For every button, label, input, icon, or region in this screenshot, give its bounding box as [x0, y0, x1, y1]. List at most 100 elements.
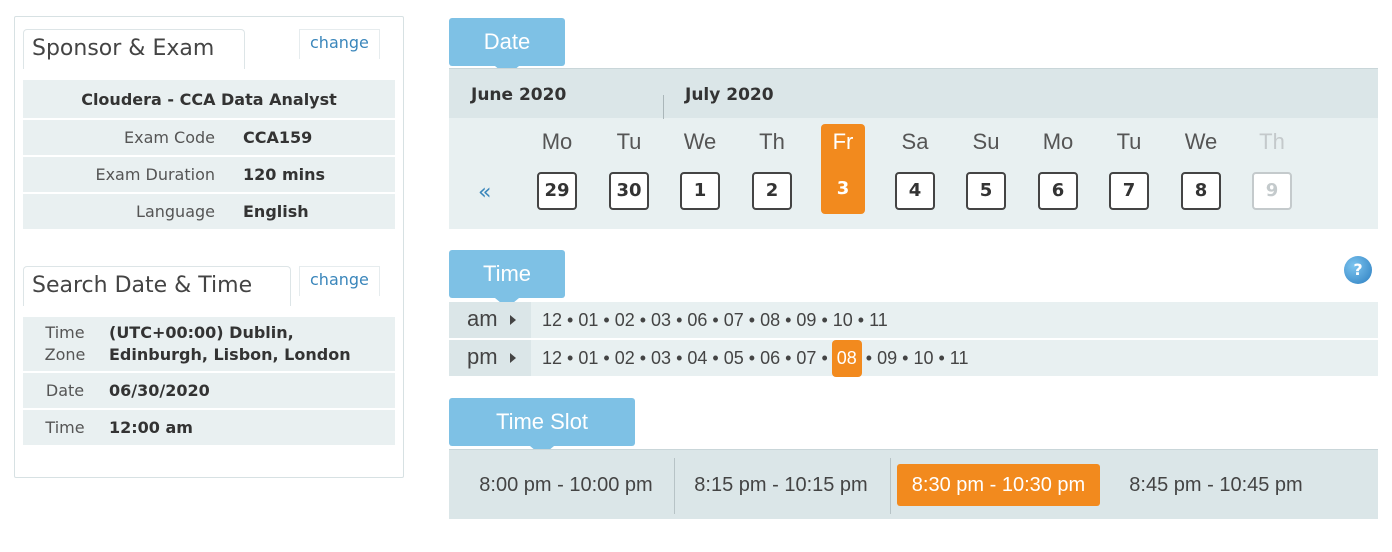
hour-option[interactable]: 03: [650, 348, 672, 369]
hour-separator: •: [676, 309, 683, 330]
hour-option[interactable]: 06: [759, 348, 781, 369]
hour-separator: •: [748, 347, 756, 368]
hour-separator: •: [712, 347, 719, 368]
day-number-button[interactable]: 5: [966, 172, 1006, 210]
weekday-label: Sa: [901, 129, 929, 154]
calendar-day[interactable]: Tu 30: [607, 124, 651, 214]
search-date-time-heading: Search Date & Time: [23, 266, 291, 306]
calendar-day[interactable]: We 1: [678, 124, 722, 214]
hour-option[interactable]: 01: [577, 310, 599, 331]
time-zone-value: (UTC+00:00) Dublin, Edinburgh, Lisbon, L…: [107, 322, 395, 366]
hour-separator: •: [821, 309, 828, 330]
calendar-day[interactable]: Su 5: [964, 124, 1008, 214]
time-section-header: Time: [449, 250, 565, 308]
hour-option[interactable]: 08: [831, 339, 862, 377]
hour-option[interactable]: 04: [686, 348, 708, 369]
time-slot-option[interactable]: 8:45 pm - 10:45 pm: [1109, 464, 1323, 506]
time-zone-value-line1: (UTC+00:00) Dublin,: [109, 323, 294, 342]
time-zone-row: Time Zone (UTC+00:00) Dublin, Edinburgh,…: [23, 317, 395, 373]
hour-option[interactable]: 09: [795, 310, 817, 331]
day-number-button[interactable]: 29: [537, 172, 577, 210]
hour-option[interactable]: 03: [650, 310, 672, 331]
hour-option[interactable]: 06: [686, 310, 708, 331]
weekday-label: Tu: [1116, 129, 1142, 154]
pm-row: pm 12 • 01 • 02 • 03 • 04 • 05 • 06 • 07 • 08 • 09 • 10 • 11: [449, 339, 1378, 377]
time-slot-option[interactable]: 8:30 pm - 10:30 pm: [897, 464, 1100, 506]
time-value: 12:00 am: [109, 417, 193, 437]
weekday-label: Th: [1259, 129, 1285, 154]
time-slot-list: 8:00 pm - 10:00 pm 8:15 pm - 10:15 pm 8:…: [449, 449, 1378, 519]
time-zone-value-line2: Edinburgh, Lisbon, London: [109, 345, 351, 364]
pm-label-text: pm: [467, 344, 498, 369]
sponsor-exam-heading: Sponsor & Exam: [23, 29, 245, 69]
exam-name: Cloudera - CCA Data Analyst: [23, 80, 395, 120]
hour-option[interactable]: 07: [723, 310, 745, 331]
hour-separator: •: [603, 309, 610, 330]
time-slot-option[interactable]: 8:00 pm - 10:00 pm: [463, 464, 669, 506]
hour-option[interactable]: 11: [868, 310, 889, 331]
weekday-label: Th: [759, 129, 785, 154]
calendar-day[interactable]: Th 2: [750, 124, 794, 214]
hour-separator: •: [902, 347, 909, 368]
calendar-day[interactable]: Tu 7: [1107, 124, 1151, 214]
weekday-label: We: [683, 129, 717, 154]
hour-option[interactable]: 02: [614, 348, 636, 369]
pm-label[interactable]: pm: [449, 340, 531, 376]
day-number-button[interactable]: 3: [823, 172, 863, 210]
slot-divider: [674, 458, 675, 514]
calendar-day: Th 9: [1250, 124, 1294, 214]
day-number-button[interactable]: 7: [1109, 172, 1149, 210]
hour-separator: •: [748, 309, 756, 330]
day-number-button[interactable]: 6: [1038, 172, 1078, 210]
day-number-button[interactable]: 4: [895, 172, 935, 210]
calendar-day[interactable]: Sa 4: [893, 124, 937, 214]
language-label: Language: [136, 202, 215, 221]
exam-summary-panel: Sponsor & Exam change Cloudera - CCA Dat…: [14, 16, 404, 478]
change-search-link[interactable]: change: [299, 266, 380, 296]
hour-option[interactable]: 07: [795, 348, 817, 369]
hour-option[interactable]: 12: [541, 310, 563, 331]
hour-separator: •: [857, 309, 865, 330]
hour-separator: •: [938, 347, 945, 368]
change-sponsor-link[interactable]: change: [299, 29, 380, 59]
hour-separator: •: [785, 347, 792, 368]
time-slot-option[interactable]: 8:15 pm - 10:15 pm: [681, 464, 881, 506]
am-label[interactable]: am: [449, 302, 531, 338]
hour-option[interactable]: 12: [541, 348, 563, 369]
calendar-day[interactable]: We 8: [1179, 124, 1223, 214]
exam-duration-row: Exam Duration 120 mins: [23, 157, 395, 194]
search-details-table: Time Zone (UTC+00:00) Dublin, Edinburgh,…: [23, 317, 395, 447]
time-zone-label-line2: Zone: [44, 345, 86, 364]
day-number-button[interactable]: 8: [1181, 172, 1221, 210]
pm-hours: 12 • 01 • 02 • 03 • 04 • 05 • 06 • 07 • 08 • 09 • 10 • 11: [541, 339, 970, 377]
am-label-text: am: [467, 306, 498, 331]
calendar-day[interactable]: Fr 3: [821, 124, 865, 214]
hour-option[interactable]: 10: [832, 310, 854, 331]
language-value: English: [243, 202, 309, 221]
hour-option[interactable]: 08: [759, 310, 781, 331]
hour-option[interactable]: 09: [876, 348, 898, 369]
hour-option[interactable]: 11: [949, 348, 970, 369]
exam-code-value: CCA159: [243, 128, 313, 147]
day-number-button[interactable]: 2: [752, 172, 792, 210]
expand-arrow-icon: [510, 353, 516, 363]
previous-week-button[interactable]: «: [478, 180, 491, 205]
hour-separator: •: [712, 309, 719, 330]
calendar-day[interactable]: Mo 29: [535, 124, 579, 214]
day-number-button[interactable]: 1: [680, 172, 720, 210]
hour-separator: •: [603, 347, 610, 368]
day-number-button[interactable]: 30: [609, 172, 649, 210]
weekday-label: Mo: [541, 129, 573, 154]
hour-separator: •: [639, 347, 647, 368]
calendar-day[interactable]: Mo 6: [1036, 124, 1080, 214]
hour-option[interactable]: 05: [723, 348, 745, 369]
time-row: Time 12:00 am: [23, 410, 395, 447]
time-label: Time: [45, 417, 85, 437]
hour-option[interactable]: 10: [912, 348, 934, 369]
help-icon[interactable]: ?: [1344, 256, 1372, 284]
hour-option[interactable]: 02: [614, 310, 636, 331]
time-slot-section-header: Time Slot: [449, 398, 635, 456]
month-july-label: July 2020: [685, 85, 774, 105]
weekday-label: We: [1184, 129, 1218, 154]
hour-option[interactable]: 01: [577, 348, 599, 369]
